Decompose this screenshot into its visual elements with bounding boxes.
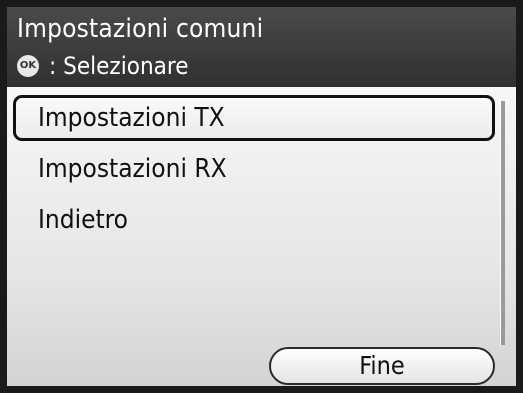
instruction-text: : Selezionare — [49, 52, 189, 80]
menu-item-impostazioni-rx[interactable]: Impostazioni RX — [13, 147, 495, 193]
menu-list: Impostazioni TX Impostazioni RX Indietro… — [7, 87, 516, 386]
menu-item-impostazioni-tx[interactable]: Impostazioni TX — [13, 95, 495, 141]
ok-button-icon: OK — [17, 55, 39, 77]
scrollbar[interactable] — [500, 101, 505, 345]
header-bar: Impostazioni comuni OK : Selezionare — [7, 7, 516, 87]
fine-button[interactable]: Fine — [269, 347, 495, 385]
screen-frame: Impostazioni comuni OK : Selezionare Imp… — [0, 0, 523, 393]
instruction-line: OK : Selezionare — [17, 52, 189, 80]
screen-title: Impostazioni comuni — [17, 14, 264, 44]
menu-item-indietro[interactable]: Indietro — [13, 198, 495, 244]
